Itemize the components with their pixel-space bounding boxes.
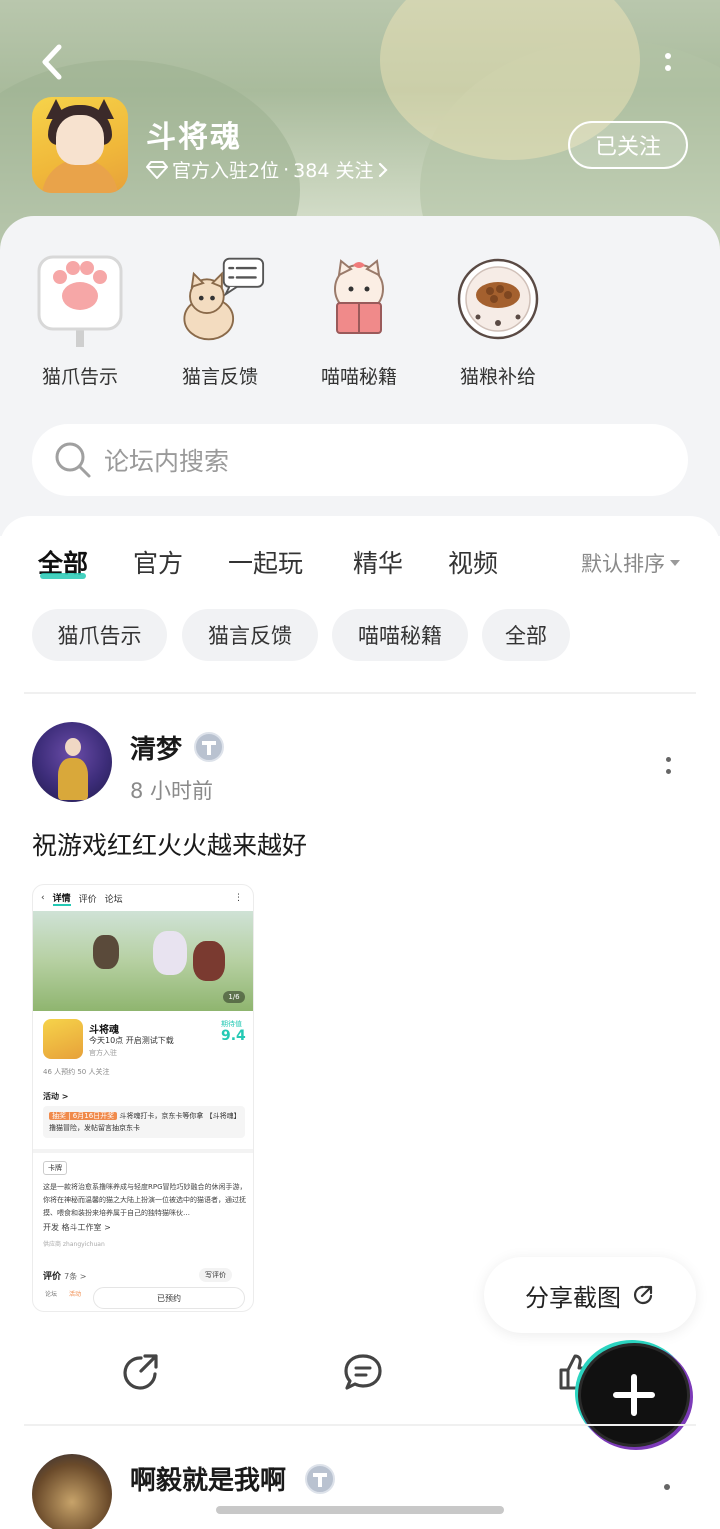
filter-chip[interactable]: 喵喵秘籍 (332, 609, 468, 661)
thumb-official: 官方入驻 (89, 1049, 117, 1057)
thumb-developer: 开发 格斗工作室 > (43, 1223, 111, 1232)
app-title: 斗将魂 (146, 120, 242, 155)
follower-count: 384 关注 (293, 160, 374, 182)
thumb-activity-card: 抽奖 | 6月16日开奖 斗将魂打卡，京东卡等你拿 【斗将魂】撸猫冒险，发帖留言… (43, 1106, 245, 1138)
app-icon (32, 97, 128, 193)
sort-label: 默认排序 (581, 552, 665, 576)
feature-cat-secrets[interactable]: 喵喵秘籍 (309, 254, 409, 389)
create-post-button[interactable] (581, 1346, 687, 1444)
more-options-button[interactable] (650, 42, 686, 82)
forum-search-bar[interactable]: 论坛内搜索 (32, 424, 688, 496)
feature-label: 猫言反馈 (181, 366, 258, 388)
search-icon (55, 442, 91, 478)
tab-featured[interactable]: 精华 (353, 544, 403, 580)
post-author[interactable]: 清梦 (130, 729, 182, 766)
chevron-left-icon: ‹ (41, 893, 45, 903)
share-screenshot-label: 分享截图 (525, 1283, 621, 1312)
divider (24, 692, 696, 694)
thumb-reviews: 评价 7条 > (43, 1269, 87, 1282)
thumb-tab-forum: 论坛 (104, 894, 123, 905)
avatar[interactable] (32, 722, 112, 802)
comment-button[interactable] (341, 1350, 385, 1394)
thumb-tab-review: 评价 (78, 894, 97, 905)
thumb-score: 9.4 (221, 1028, 246, 1044)
thumb-tag: 卡牌 (43, 1161, 67, 1175)
post-author[interactable]: 啊毅就是我啊 (130, 1460, 286, 1497)
search-input[interactable]: 论坛内搜索 (104, 442, 229, 478)
filter-chip[interactable]: 猫爪告示 (32, 609, 167, 661)
cat-book-icon (334, 259, 384, 334)
active-tab-indicator (40, 573, 86, 579)
back-button[interactable] (30, 40, 74, 84)
filter-chip[interactable]: 猫言反馈 (182, 609, 318, 661)
cat-feedback-icon (183, 257, 265, 341)
tab-video[interactable]: 视频 (448, 544, 498, 580)
filter-chip[interactable]: 全部 (482, 609, 570, 661)
official-count: 官方入驻2位 (172, 160, 280, 182)
feature-label: 猫粮补给 (459, 366, 536, 388)
comment-icon (344, 1354, 382, 1390)
thumb-publisher: 供应商 zhangyichuan (43, 1241, 105, 1248)
post-more-button[interactable] (664, 1484, 670, 1490)
caret-down-icon (670, 560, 680, 566)
post-more-button[interactable] (660, 750, 676, 780)
thumb-footer-activity: 活动 (69, 1291, 82, 1298)
feature-label: 猫爪告示 (41, 366, 118, 388)
avatar[interactable] (32, 1454, 112, 1529)
sort-dropdown[interactable]: 默认排序 (581, 548, 681, 578)
share-screenshot-button[interactable]: 分享截图 (484, 1257, 696, 1333)
share-icon (123, 1354, 158, 1390)
feature-cat-paw-notice[interactable]: 猫爪告示 (30, 254, 130, 389)
thumb-activity-badge: 抽奖 | 6月16日开奖 (49, 1112, 118, 1120)
cat-food-bowl-icon (457, 258, 539, 340)
thumb-activity-title: 活动 > (43, 1092, 69, 1101)
post-time: 8 小时前 (130, 779, 214, 803)
thumb-reviews-title: 评价 (43, 1272, 62, 1282)
thumb-stats: 46 人预约 50 人关注 (43, 1068, 110, 1076)
divider (24, 1424, 696, 1426)
thumb-banner-art: 1/6 (33, 911, 253, 1011)
thumb-page-indicator: 1/6 (223, 991, 245, 1003)
thumb-game-name: 斗将魂 (89, 1025, 119, 1036)
post-image-thumbnail[interactable]: ‹ 详情 评价 论坛 ⋮ 1/6 斗将魂 今天10点 开启测试下载 官方入驻 期… (32, 884, 254, 1312)
follow-button[interactable]: 已关注 (568, 121, 688, 169)
thumb-game-status: 今天10点 开启测试下载 (89, 1036, 174, 1045)
chevron-right-icon (379, 162, 389, 177)
feature-label: 喵喵秘籍 (320, 366, 397, 388)
diamond-icon (146, 160, 168, 179)
thumb-footer-forum: 论坛 (45, 1291, 58, 1298)
user-badge-icon (305, 1464, 335, 1494)
tab-play-together[interactable]: 一起玩 (228, 544, 303, 580)
share-arrow-icon (634, 1285, 653, 1305)
thumb-header: ‹ 详情 评价 论坛 ⋮ (33, 885, 253, 911)
feature-cat-food[interactable]: 猫粮补给 (448, 254, 548, 389)
tab-official[interactable]: 官方 (133, 544, 183, 580)
thumb-description: 这是一款将治愈系撸咪养成与轻度RPG冒险巧妙融合的休闲手游，你将在神秘而温馨的猫… (43, 1183, 247, 1217)
home-indicator[interactable] (216, 1506, 504, 1514)
thumb-booked-button: 已预约 (93, 1287, 245, 1309)
user-badge-icon (194, 732, 224, 762)
plus-icon (613, 1374, 655, 1416)
thumb-write-review: 写评价 (199, 1268, 232, 1282)
separator-dot: · (283, 158, 290, 181)
cat-paw-sign-icon (37, 255, 123, 347)
app-subtitle[interactable]: 官方入驻2位 · 384 关注 (146, 156, 389, 183)
feature-cat-feedback[interactable]: 猫言反馈 (170, 254, 270, 389)
thumb-reviews-count: 7条 > (64, 1272, 87, 1281)
chevron-left-icon (42, 44, 62, 80)
thumb-tab-detail: 详情 (52, 891, 71, 906)
post-content[interactable]: 祝游戏红红火火越来越好 (32, 826, 307, 862)
thumb-app-icon (43, 1019, 83, 1059)
more-icon: ⋮ (234, 893, 243, 903)
share-button[interactable] (119, 1350, 163, 1394)
